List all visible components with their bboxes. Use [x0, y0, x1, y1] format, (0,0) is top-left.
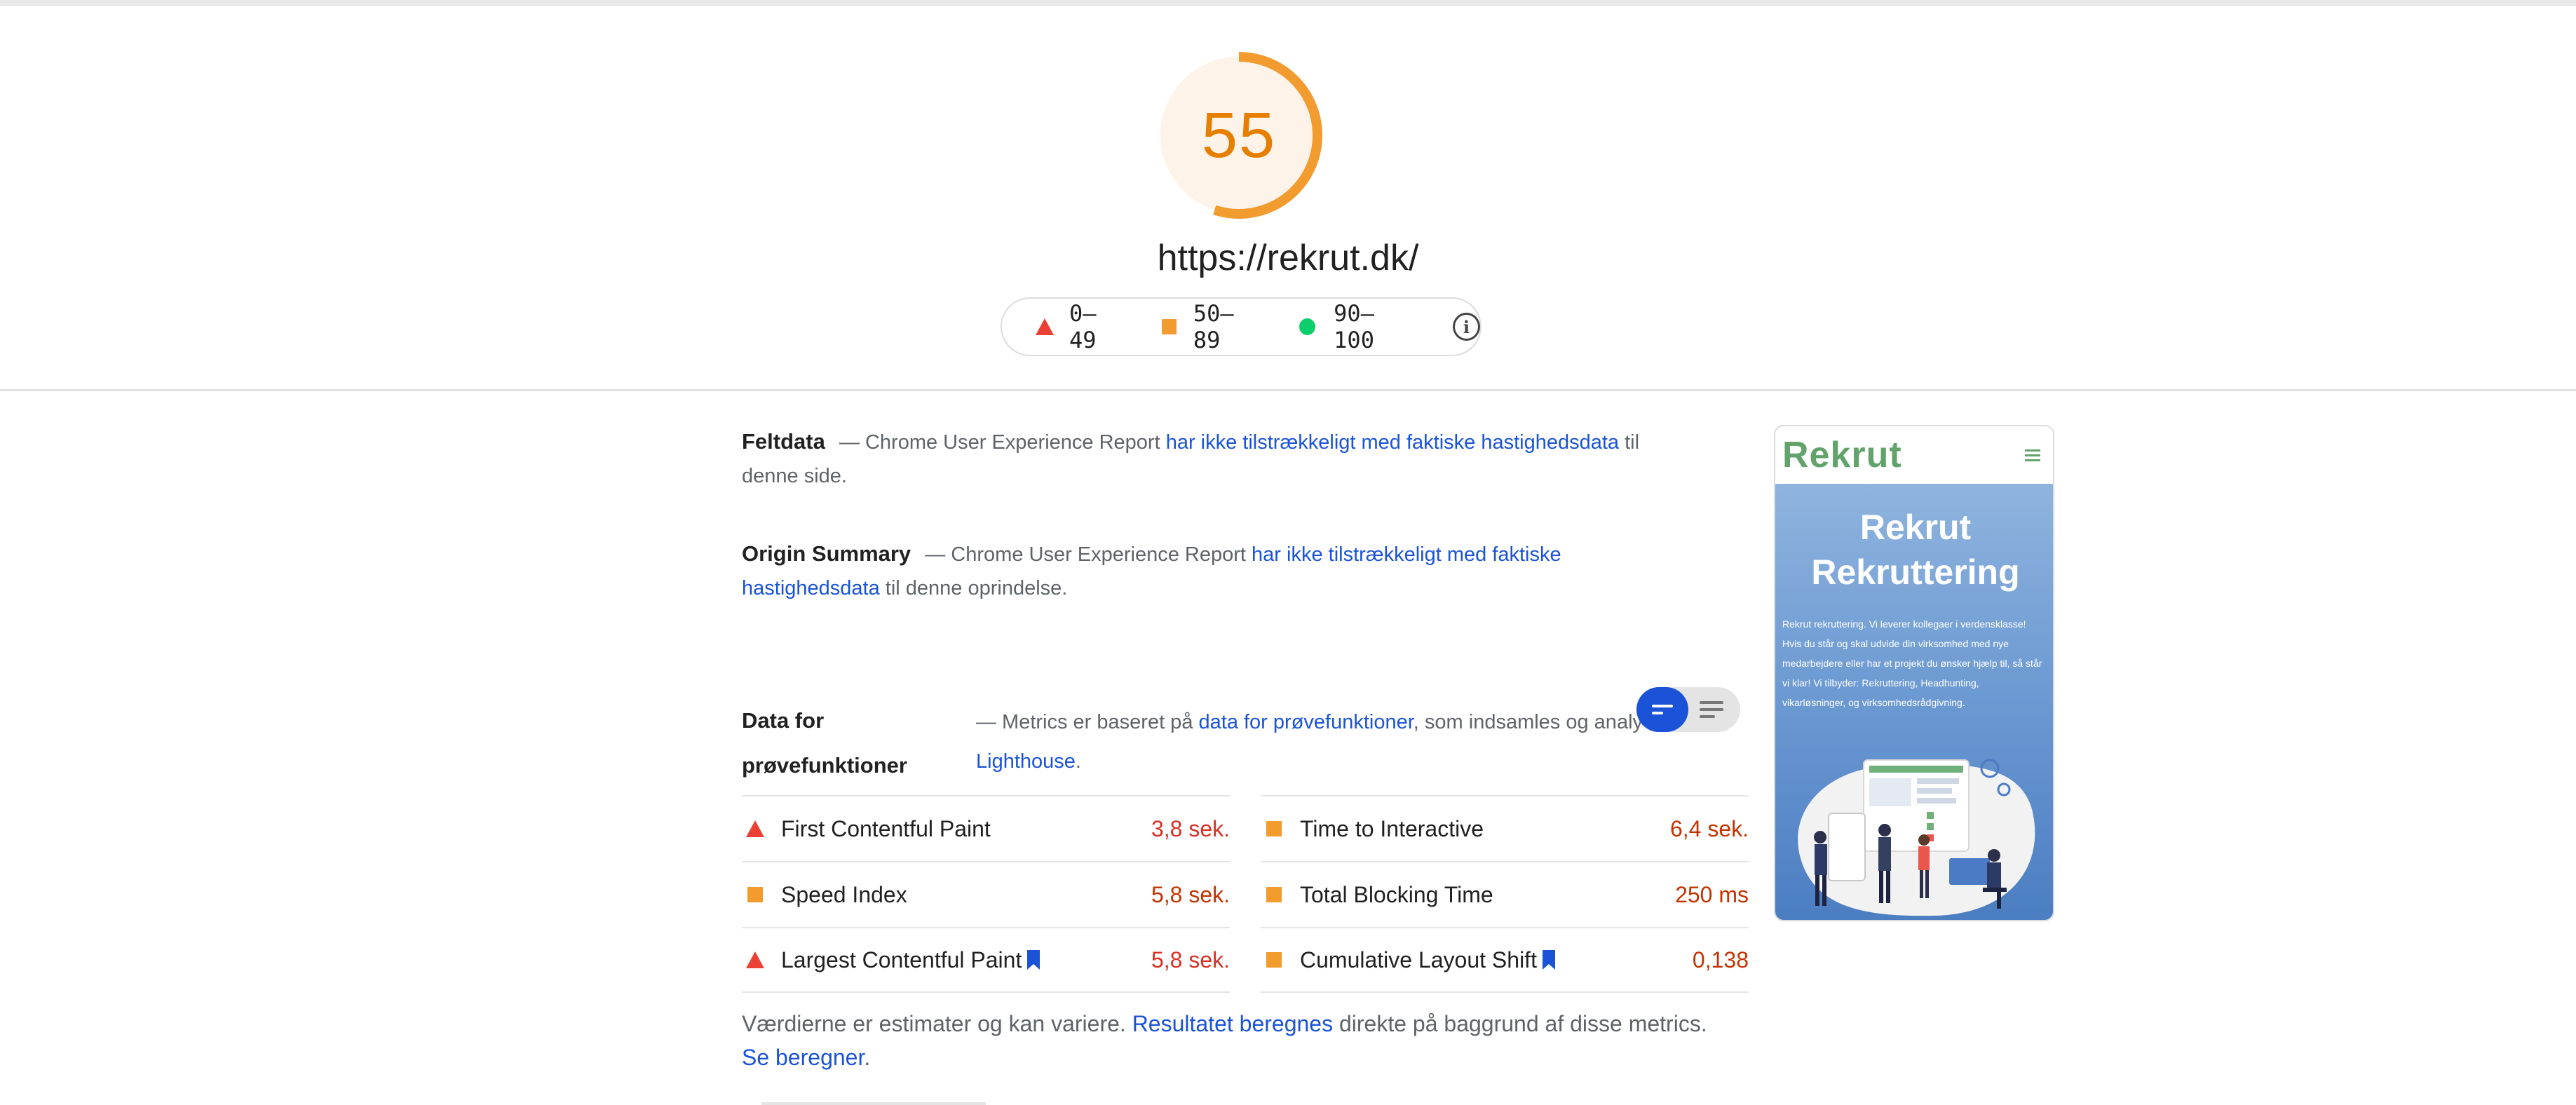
page-url: https://rekrut.dk/: [1157, 238, 1419, 278]
field-data-link[interactable]: har ikke tilstrækkeligt med faktiske has…: [1166, 431, 1619, 454]
average-square-icon: [1266, 821, 1282, 836]
fail-triangle-icon: [746, 820, 764, 837]
lighthouse-link[interactable]: Lighthouse: [976, 750, 1076, 773]
lab-data-description: — Metrics er baseret på data for prøvefu…: [976, 700, 1643, 745]
average-square-icon: [747, 887, 763, 902]
score-calculation-link[interactable]: Resultatet beregnes: [1132, 1011, 1333, 1036]
metrics-view-toggle[interactable]: [1636, 687, 1740, 732]
average-square-icon: [1266, 887, 1282, 902]
metric-total-blocking-time[interactable]: Total Blocking Time 250 ms: [1261, 861, 1749, 927]
metric-value: 5,8 sek.: [1151, 881, 1230, 907]
compact-view-icon-bar: [1652, 712, 1663, 714]
lab-desc-text-after: , som indsamles og analyseres af: [1413, 711, 1643, 733]
thumbnail-title-line2: Rekruttering: [1811, 552, 2020, 592]
thumbnail-body-text: Rekrut rekruttering. Vi leverer kollegae…: [1782, 618, 2042, 708]
metric-value: 5,8 sek.: [1151, 947, 1230, 972]
performance-score: 55: [1201, 99, 1277, 171]
lab-desc-end: .: [1075, 750, 1081, 773]
expanded-view-icon-bar2: [1700, 708, 1723, 711]
field-data-title: Feltdata: [742, 429, 825, 454]
page-screenshot-thumbnail[interactable]: Rekrut Rekrut Rekruttering Rekrut rekrut…: [1774, 425, 2054, 921]
expanded-view-button[interactable]: [1688, 687, 1740, 732]
metric-first-contentful-paint[interactable]: First Contentful Paint 3,8 sek.: [742, 795, 1230, 861]
thumbnail-title: Rekrut Rekruttering: [1775, 505, 2053, 595]
lab-desc-text: — Metrics er baseret på: [976, 711, 1199, 733]
legend-fail-range: 0–49: [1069, 300, 1097, 353]
thumbnail-logo: Rekrut: [1782, 435, 1902, 475]
compact-view-icon: [1652, 705, 1673, 707]
legend-average-range: 50–89: [1193, 300, 1234, 353]
pass-circle-icon: [1299, 318, 1316, 335]
score-legend: 0–49 50–89 90–100 i: [1001, 297, 1482, 356]
note-text-2: direkte på baggrund af disse metrics.: [1333, 1011, 1707, 1036]
metric-value: 6,4 sek.: [1669, 815, 1749, 841]
origin-summary-text: — Chrome User Experience Report: [919, 543, 1252, 566]
average-square-icon: [1161, 319, 1177, 334]
fail-triangle-icon: [746, 951, 764, 968]
metric-label: Largest Contentful Paint: [781, 947, 1022, 972]
field-data-text: — Chrome User Experience Report: [833, 431, 1166, 454]
hamburger-menu-icon: [2025, 448, 2040, 463]
note-text-3: .: [864, 1045, 871, 1070]
metric-time-to-interactive[interactable]: Time to Interactive 6,4 sek.: [1261, 795, 1749, 861]
lab-data-title: Data for prøvefunktioner: [742, 698, 959, 788]
lab-data-title-line1: Data for: [742, 708, 825, 733]
legend-pass-range: 90–100: [1334, 300, 1374, 353]
average-square-icon: [1266, 952, 1282, 968]
origin-summary-text-after: til denne oprindelse.: [879, 577, 1068, 599]
lab-data-link[interactable]: data for prøvefunktioner: [1199, 711, 1414, 733]
metric-label: First Contentful Paint: [781, 815, 991, 841]
metric-label: Total Blocking Time: [1300, 881, 1493, 907]
thumbnail-header: Rekrut: [1775, 426, 2053, 484]
metric-cumulative-layout-shift[interactable]: Cumulative Layout Shift 0,138: [1261, 927, 1749, 993]
metric-label: Time to Interactive: [1300, 815, 1484, 841]
legend-pass: 90–100: [1299, 300, 1412, 353]
field-data-section: Feltdata — Chrome User Experience Report…: [742, 425, 1653, 493]
bookmark-icon: [1542, 950, 1555, 970]
note-text: Værdierne er estimater og kan variere.: [742, 1011, 1132, 1036]
bottom-divider: [761, 1102, 986, 1105]
origin-summary-section: Origin Summary — Chrome User Experience …: [742, 537, 1583, 605]
thumbnail-title-line1: Rekrut: [1859, 508, 1972, 547]
expanded-view-icon: [1700, 701, 1723, 704]
top-loading-strip: [0, 0, 2576, 6]
lab-data-description-line2: Lighthouse.: [976, 739, 1081, 784]
bookmark-icon: [1027, 950, 1040, 970]
legend-fail: 0–49: [1036, 300, 1121, 353]
metric-label: Cumulative Layout Shift: [1300, 947, 1537, 972]
info-icon[interactable]: i: [1452, 313, 1480, 341]
metric-largest-contentful-paint[interactable]: Largest Contentful Paint 5,8 sek.: [742, 927, 1230, 993]
metric-value: 0,138: [1692, 947, 1749, 972]
metric-value: 250 ms: [1675, 881, 1749, 907]
team-illustration: [1798, 759, 2035, 916]
expanded-view-icon-bar3: [1700, 715, 1715, 718]
origin-summary-title: Origin Summary: [742, 541, 911, 566]
fail-triangle-icon: [1036, 318, 1054, 335]
compact-view-button[interactable]: [1636, 687, 1688, 732]
estimate-note: Værdierne er estimater og kan variere. R…: [742, 1007, 1737, 1074]
lab-data-title-line2: prøvefunktioner: [742, 753, 907, 778]
legend-average: 50–89: [1161, 300, 1259, 353]
thumbnail-hero: Rekrut Rekruttering Rekrut rekruttering.…: [1775, 484, 2053, 920]
performance-score-gauge: 55: [1153, 49, 1325, 222]
header-divider: [0, 389, 2576, 391]
metric-value: 3,8 sek.: [1151, 815, 1230, 841]
metric-label: Speed Index: [781, 881, 907, 907]
see-calculator-link[interactable]: Se beregner: [742, 1045, 864, 1070]
metric-speed-index[interactable]: Speed Index 5,8 sek.: [742, 861, 1230, 927]
